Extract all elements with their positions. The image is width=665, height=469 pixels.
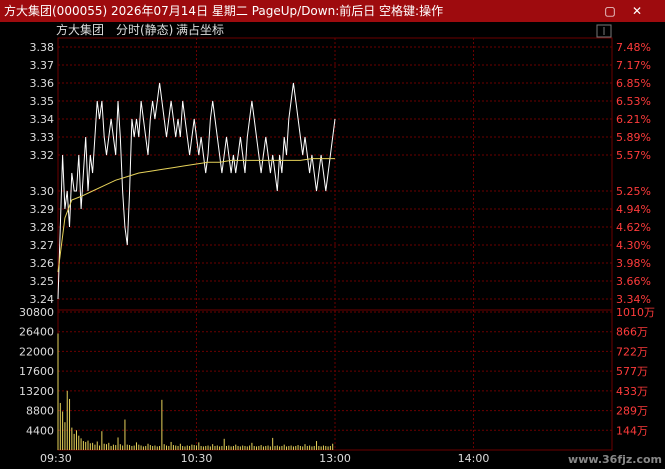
price-tick-label: 3.34 [30, 113, 55, 126]
time-tick-label: 14:00 [458, 452, 490, 465]
volume-tick-label: 17600 [19, 365, 54, 378]
pct-tick-label: 3.34% [616, 293, 651, 306]
price-tick-label: 3.29 [30, 203, 55, 216]
price-tick-label: 3.28 [30, 221, 55, 234]
turnover-tick-label: 866万 [616, 326, 648, 339]
pct-tick-label: 5.25% [616, 185, 651, 198]
restore-button[interactable]: ▢ [599, 0, 621, 22]
price-tick-label: 3.25 [30, 275, 55, 288]
volume-tick-label: 8800 [26, 405, 54, 418]
time-tick-label: 13:00 [319, 452, 351, 465]
axis-labels: 3.38 7.48% 3.37 7.17% 3.36 6.85% 3.35 6.53% 3.34… [19, 41, 655, 465]
volume-tick-label: 4400 [26, 424, 54, 437]
time-tick-label: 10:30 [181, 452, 213, 465]
volume-tick-label: 22000 [19, 345, 54, 358]
turnover-tick-label: 722万 [616, 345, 648, 358]
stock-name: 方大集团 [56, 22, 104, 37]
turnover-tick-label: 433万 [616, 385, 648, 398]
chart-grid [57, 37, 613, 451]
fill-label: 满占坐标 [176, 22, 224, 37]
price-tick-label: 3.33 [30, 131, 55, 144]
price-tick-label: 3.35 [30, 95, 55, 108]
time-tick-label: 09:30 [40, 452, 72, 465]
pct-tick-label: 5.57% [616, 149, 651, 162]
pct-tick-label: 4.62% [616, 221, 651, 234]
pct-tick-label: 4.94% [616, 203, 651, 216]
volume-tick-label: 26400 [19, 326, 54, 339]
pct-tick-label: 5.89% [616, 131, 651, 144]
pct-tick-label: 3.98% [616, 257, 651, 270]
turnover-tick-label: 1010万 [616, 306, 655, 319]
price-tick-label: 3.27 [30, 239, 55, 252]
pct-tick-label: 7.48% [616, 41, 651, 54]
intraday-chart: 3.38 7.48% 3.37 7.17% 3.36 6.85% 3.35 6.53% 3.34… [19, 22, 655, 465]
price-tick-label: 3.24 [30, 293, 55, 306]
price-tick-label: 3.26 [30, 257, 55, 270]
price-tick-label: 3.30 [30, 185, 55, 198]
price-tick-label: 3.37 [30, 59, 55, 72]
volume-tick-label: 13200 [19, 385, 54, 398]
turnover-tick-label: 289万 [616, 405, 648, 418]
title-bar: 方大集团(000055) 2026年07月14日 星期二 PageUp/Down… [0, 0, 665, 22]
pct-tick-label: 6.53% [616, 95, 651, 108]
pct-tick-label: 7.17% [616, 59, 651, 72]
pct-tick-label: 3.66% [616, 275, 651, 288]
turnover-tick-label: 577万 [616, 365, 648, 378]
mode-label: 分时(静态) [116, 23, 173, 37]
watermark: www.36fjz.com [568, 453, 662, 466]
price-tick-label: 3.36 [30, 77, 55, 90]
turnover-tick-label: 144万 [616, 424, 648, 437]
pct-tick-label: 4.30% [616, 239, 651, 252]
pct-tick-label: 6.21% [616, 113, 651, 126]
pct-tick-label: 6.85% [616, 77, 651, 90]
price-tick-label: 3.38 [30, 41, 55, 54]
window-title: 方大集团(000055) 2026年07月14日 星期二 PageUp/Down… [4, 4, 444, 18]
volume-tick-label: 30800 [19, 306, 54, 319]
price-tick-label: 3.32 [30, 149, 55, 162]
close-button[interactable]: ✕ [626, 0, 648, 22]
